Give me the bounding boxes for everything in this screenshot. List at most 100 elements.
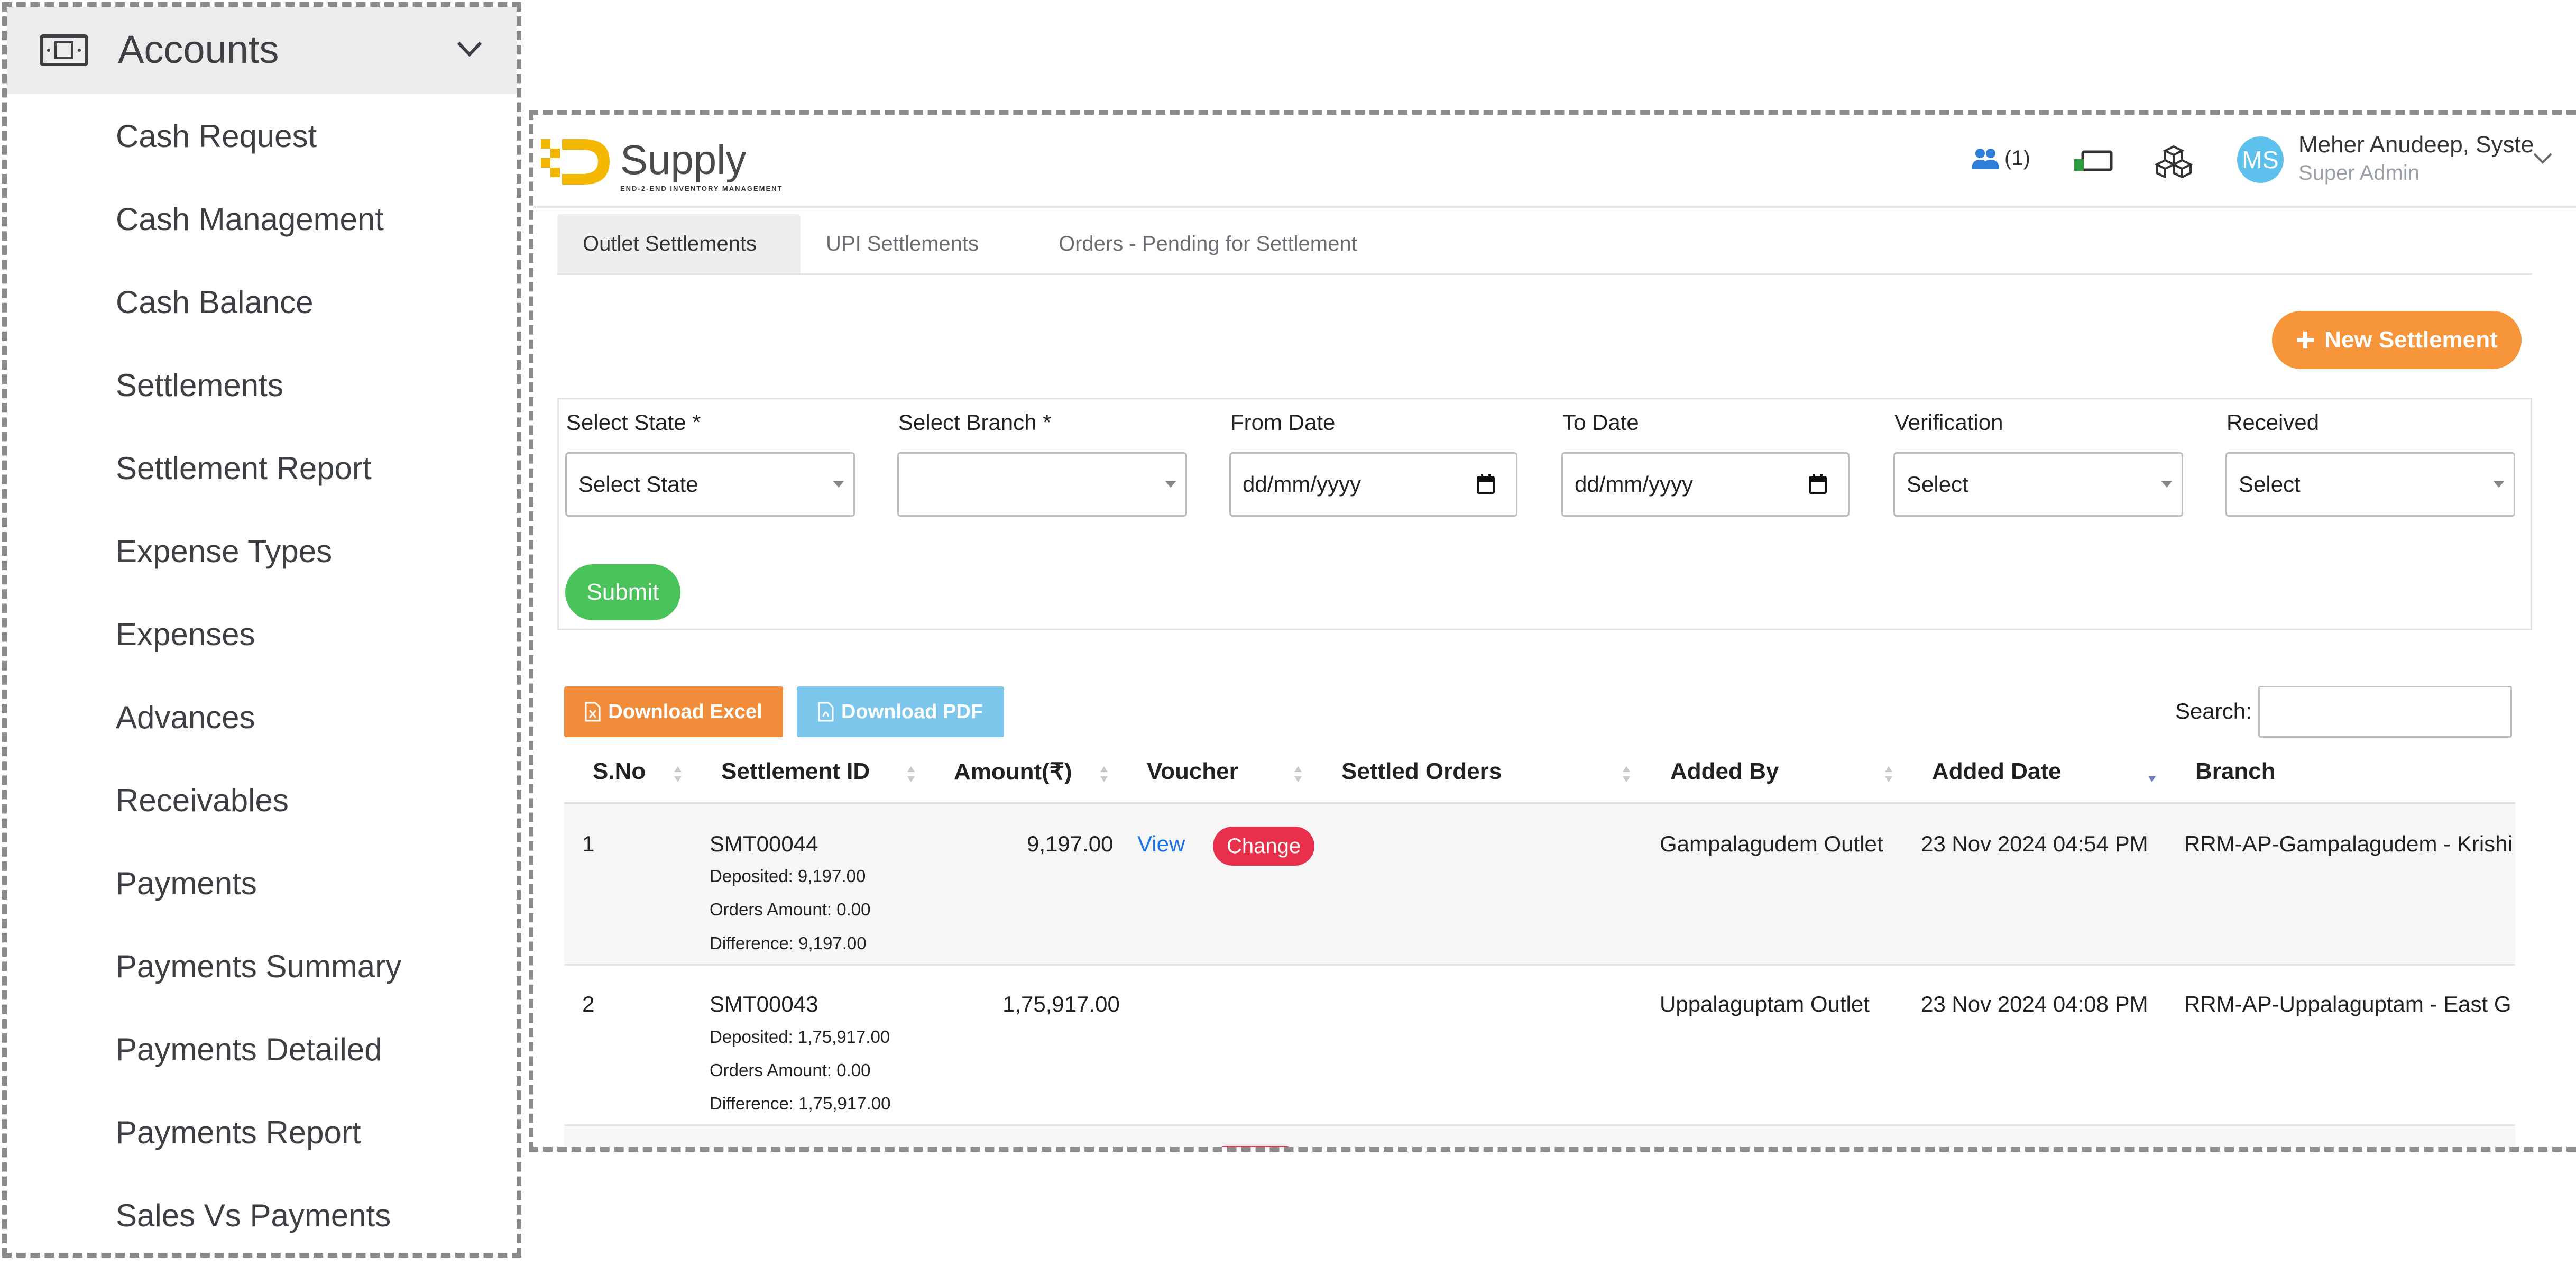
row-deposited: Deposited: 1,75,917.00	[710, 1027, 890, 1047]
sidebar-item-expenses[interactable]: Expenses	[116, 616, 255, 653]
row-added-date: 23 Nov 2024 04:54 PM	[1921, 831, 2148, 856]
new-settlement-label: New Settlement	[2324, 327, 2498, 353]
file-pdf-icon	[818, 702, 834, 722]
sort-desc-icon[interactable]	[2147, 765, 2157, 783]
boxes-icon[interactable]	[2155, 144, 2193, 178]
row-amount: 1,75,917.00	[1002, 992, 1120, 1016]
sidebar-item-payments-summary[interactable]: Payments Summary	[116, 948, 401, 985]
row-orders-amount: Orders Amount: 0.00	[710, 900, 871, 919]
branch-label: Select Branch *	[898, 410, 1052, 435]
chevron-down-icon[interactable]	[2532, 151, 2553, 167]
tab-orders-pending[interactable]: Orders - Pending for Settlement	[1033, 214, 1435, 273]
calendar-icon[interactable]	[1809, 474, 1827, 494]
row-sno: 1	[582, 831, 595, 856]
sidebar-item-cash-request[interactable]: Cash Request	[116, 118, 317, 154]
row-orders-amount: Orders Amount: 0.00	[710, 1060, 871, 1080]
accounts-section-header[interactable]: Accounts	[7, 7, 517, 94]
user-role: Super Admin	[2298, 161, 2420, 185]
voucher-change-button[interactable]: Change	[1213, 827, 1315, 866]
sidebar-item-payments[interactable]: Payments	[116, 865, 257, 902]
sidebar-item-cash-balance[interactable]: Cash Balance	[116, 284, 314, 320]
row-settlement-id: SMT00043	[710, 992, 818, 1016]
sort-icon[interactable]	[673, 765, 683, 783]
to-date-value: dd/mm/yyyy	[1575, 472, 1694, 497]
user-name[interactable]: Meher Anudeep, Syste	[2298, 132, 2534, 158]
caret-down-icon	[2494, 481, 2504, 488]
verification-label: Verification	[1894, 410, 2003, 435]
sort-icon[interactable]	[1099, 765, 1109, 783]
column-header-branch[interactable]: Branch	[2195, 758, 2276, 785]
logo-text: Supply	[620, 136, 747, 183]
column-header-added-by[interactable]: Added By	[1670, 758, 1779, 785]
sidebar-item-receivables[interactable]: Receivables	[116, 782, 289, 819]
device-icon[interactable]	[2071, 150, 2113, 173]
calendar-icon[interactable]	[1477, 474, 1495, 494]
users-button[interactable]: (1)	[1971, 146, 2030, 170]
from-date-value: dd/mm/yyyy	[1243, 472, 1361, 497]
to-date-label: To Date	[1562, 410, 1639, 435]
row-deposited: Deposited: 9,197.00	[710, 866, 866, 886]
caret-down-icon	[833, 481, 844, 488]
sort-icon[interactable]	[1622, 765, 1631, 783]
state-select[interactable]: Select State	[565, 452, 855, 517]
column-header-voucher[interactable]: Voucher	[1147, 758, 1238, 785]
tab-bar: Outlet Settlements UPI Settlements Order…	[557, 214, 2532, 275]
sidebar-item-expense-types[interactable]: Expense Types	[116, 533, 332, 570]
filter-panel: Select State * Select State Select Branc…	[557, 398, 2532, 630]
row-sno: 2	[582, 992, 595, 1016]
row-difference: Difference: 1,75,917.00	[710, 1094, 891, 1113]
sidebar-item-sales-vs-payments[interactable]: Sales Vs Payments	[116, 1197, 391, 1234]
column-header-amount[interactable]: Amount(₹)	[954, 758, 1072, 785]
logo-tagline: END-2-END INVENTORY MANAGEMENT	[620, 185, 783, 192]
to-date-input[interactable]: dd/mm/yyyy	[1561, 452, 1850, 517]
tab-outlet-settlements[interactable]: Outlet Settlements	[557, 214, 801, 273]
state-label: Select State *	[566, 410, 701, 435]
logo-mark-icon	[541, 139, 610, 185]
verification-select[interactable]: Select	[1893, 452, 2183, 517]
avatar[interactable]: MS	[2237, 136, 2284, 183]
row-branch: RRM-AP-Uppalaguptam - East G	[2184, 992, 2511, 1016]
tab-upi-settlements[interactable]: UPI Settlements	[801, 214, 1033, 273]
search-input[interactable]	[2258, 686, 2512, 738]
sidebar-item-advances[interactable]: Advances	[116, 699, 255, 736]
sidebar-item-settlement-report[interactable]: Settlement Report	[116, 450, 372, 487]
sidebar-item-payments-report[interactable]: Payments Report	[116, 1114, 361, 1151]
column-header-added-date[interactable]: Added Date	[1932, 758, 2061, 785]
logo[interactable]: Supply END-2-END INVENTORY MANAGEMENT	[541, 130, 782, 193]
from-date-label: From Date	[1230, 410, 1336, 435]
sidebar-item-cash-management[interactable]: Cash Management	[116, 201, 384, 237]
download-pdf-button[interactable]: Download PDF	[797, 686, 1004, 737]
sidebar: Accounts Cash Request Cash Management Ca…	[2, 2, 521, 1258]
caret-down-icon	[1165, 481, 1176, 488]
plus-icon	[2297, 332, 2314, 348]
accounts-title: Accounts	[118, 27, 279, 71]
search-label: Search:	[2175, 699, 2252, 723]
table-row[interactable]	[564, 1126, 2515, 1147]
new-settlement-button[interactable]: New Settlement	[2272, 311, 2522, 369]
column-header-sno[interactable]: S.No	[593, 758, 646, 785]
users-icon	[1972, 148, 1999, 169]
sort-icon[interactable]	[906, 765, 916, 783]
download-pdf-label: Download PDF	[841, 700, 983, 723]
download-excel-button[interactable]: Download Excel	[564, 686, 783, 737]
money-icon	[40, 34, 88, 66]
from-date-input[interactable]: dd/mm/yyyy	[1229, 452, 1517, 517]
column-header-settlement-id[interactable]: Settlement ID	[721, 758, 870, 785]
voucher-view-link[interactable]: View	[1137, 831, 1185, 857]
top-bar: Supply END-2-END INVENTORY MANAGEMENT (1…	[533, 115, 2576, 208]
sidebar-item-settlements[interactable]: Settlements	[116, 367, 283, 403]
row-branch: RRM-AP-Gampalagudem - Krishi	[2184, 831, 2513, 856]
sidebar-item-payments-detailed[interactable]: Payments Detailed	[116, 1031, 382, 1068]
chevron-down-icon[interactable]	[456, 40, 483, 59]
caret-down-icon	[2161, 481, 2172, 488]
voucher-change-button[interactable]	[1216, 1146, 1295, 1147]
branch-select[interactable]	[897, 452, 1187, 517]
sort-icon[interactable]	[1293, 765, 1303, 783]
row-amount: 9,197.00	[1027, 831, 1114, 856]
received-select[interactable]: Select	[2225, 452, 2515, 517]
row-added-by: Gampalagudem Outlet	[1660, 831, 1883, 856]
row-settlement-id: SMT00044	[710, 831, 818, 856]
column-header-settled-orders[interactable]: Settled Orders	[1341, 758, 1502, 785]
sort-icon[interactable]	[1884, 765, 1893, 783]
submit-button[interactable]: Submit	[565, 564, 680, 620]
